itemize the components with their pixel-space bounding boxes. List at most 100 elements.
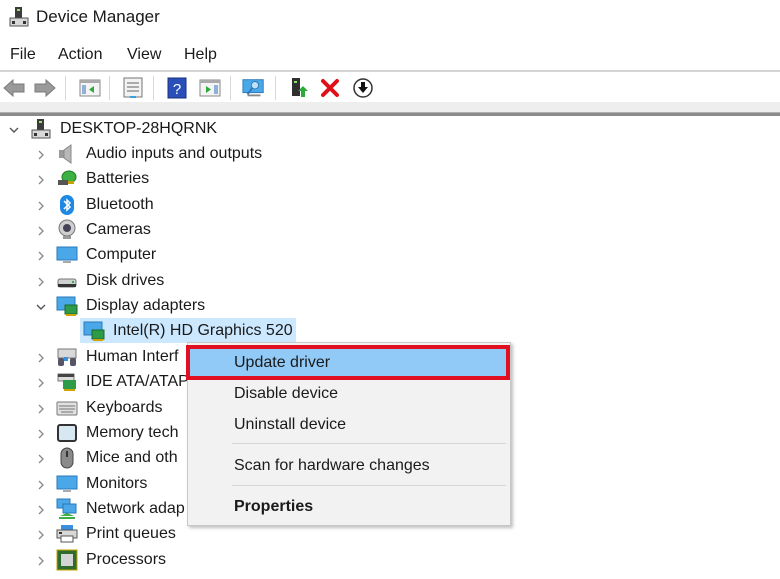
menu-bar: File Action View Help	[0, 42, 780, 72]
toolbar-separator	[109, 76, 110, 100]
tree-category-item[interactable]: Cameras	[0, 218, 300, 243]
chevron-right-icon[interactable]	[34, 452, 48, 466]
tree-category-label: Batteries	[86, 170, 150, 187]
network-icon	[56, 498, 77, 519]
menu-item-label: Properties	[234, 498, 314, 515]
chevron-right-icon[interactable]	[34, 528, 48, 542]
chevron-right-icon[interactable]	[34, 427, 48, 441]
tree-category-label: Display adapters	[86, 297, 206, 314]
display-adapter-icon	[83, 321, 105, 341]
webcam-icon	[58, 219, 76, 239]
properties-button[interactable]	[121, 76, 145, 100]
tree-category-label: Human Interf	[86, 348, 179, 365]
chevron-right-icon[interactable]	[34, 351, 48, 365]
tree-device-item[interactable]: Intel(R) HD Graphics 520	[0, 319, 300, 344]
chevron-right-icon[interactable]	[34, 224, 48, 238]
speaker-icon	[59, 144, 72, 164]
hid-icon	[57, 348, 77, 366]
tree-category-label: Network adap	[86, 500, 185, 517]
toolbar-separator	[230, 76, 231, 100]
chevron-right-icon[interactable]	[34, 554, 48, 568]
menu-item-update-driver[interactable]: Update driver	[188, 348, 510, 379]
context-menu: Update driver Disable device Uninstall d…	[187, 342, 511, 526]
chevron-down-icon[interactable]	[7, 123, 21, 137]
tree-category-label: Memory tech	[86, 424, 179, 441]
update-driver-icon	[292, 78, 308, 97]
tree-category-label: Bluetooth	[86, 196, 154, 213]
tree-category-item[interactable]: Audio inputs and outputs	[0, 142, 300, 167]
disable-device-button[interactable]	[351, 76, 375, 100]
console-tree-icon	[79, 79, 101, 97]
ide-controller-icon	[57, 373, 76, 391]
chevron-right-icon[interactable]	[34, 503, 48, 517]
menu-separator	[232, 485, 506, 486]
tree-category-label: Disk drives	[86, 272, 165, 289]
properties-icon	[123, 77, 143, 98]
toolbar-separator	[275, 76, 276, 100]
tree-category-label: Print queues	[86, 525, 176, 542]
forward-button[interactable]	[33, 76, 57, 100]
tree-category-label: Computer	[86, 246, 157, 263]
chevron-right-icon[interactable]	[34, 402, 48, 416]
window-title: Device Manager	[36, 7, 160, 26]
tree-category-label: Audio inputs and outputs	[86, 145, 263, 162]
show-hide-console-tree-button[interactable]	[78, 76, 102, 100]
tree-category-item[interactable]: Bluetooth	[0, 193, 300, 218]
menu-action[interactable]: Action	[58, 46, 102, 64]
monitor-scan-icon	[242, 79, 264, 97]
keyboard-icon	[56, 401, 78, 416]
menu-help[interactable]: Help	[184, 46, 217, 64]
menu-item-scan-hardware[interactable]: Scan for hardware changes	[188, 451, 510, 482]
tree-category-item[interactable]: Processors	[0, 548, 300, 573]
help-button[interactable]: ?	[165, 76, 189, 100]
toolbar-separator	[65, 76, 66, 100]
help-icon: ?	[167, 77, 187, 99]
scan-hardware-button[interactable]	[242, 76, 266, 100]
menu-view[interactable]: View	[127, 46, 161, 64]
tree-category-item[interactable]: Display adapters	[0, 294, 300, 319]
tree-category-item[interactable]: Computer	[0, 243, 300, 268]
menu-item-label: Disable device	[234, 385, 339, 402]
tree-category-item[interactable]: Disk drives	[0, 269, 300, 294]
chevron-right-icon[interactable]	[34, 173, 48, 187]
processor-icon	[56, 549, 78, 571]
toolbar-footer	[0, 102, 780, 112]
arrow-right-icon	[34, 78, 56, 98]
chevron-right-icon[interactable]	[34, 148, 48, 162]
back-button[interactable]	[2, 76, 26, 100]
tree-category-label: Monitors	[86, 475, 148, 492]
menu-item-disable-device[interactable]: Disable device	[188, 379, 510, 410]
tree-category-label: Mice and oth	[86, 449, 178, 466]
uninstall-device-button[interactable]	[318, 76, 342, 100]
monitor-icon	[56, 246, 78, 263]
chevron-right-icon[interactable]	[34, 478, 48, 492]
chevron-right-icon[interactable]	[34, 376, 48, 390]
tree-category-label: Cameras	[86, 221, 151, 238]
svg-text:?: ?	[173, 81, 181, 98]
arrow-left-icon	[3, 78, 25, 98]
chevron-right-icon[interactable]	[34, 275, 48, 289]
menu-item-label: Update driver	[234, 354, 331, 371]
title-bar: Device Manager	[0, 0, 780, 36]
update-driver-button[interactable]	[287, 76, 311, 100]
red-x-icon	[321, 79, 339, 97]
toolbar-separator	[153, 76, 154, 100]
device-manager-icon	[9, 7, 29, 27]
menu-file[interactable]: File	[10, 46, 36, 64]
menu-item-label: Uninstall device	[234, 416, 347, 433]
menu-item-properties[interactable]: Properties	[188, 492, 510, 523]
menu-item-label: Scan for hardware changes	[234, 457, 430, 474]
tree-root-node[interactable]: DESKTOP-28HQRNK	[0, 117, 260, 142]
menu-item-uninstall-device[interactable]: Uninstall device	[188, 410, 510, 441]
computer-tower-icon	[31, 119, 51, 139]
tree-category-label: IDE ATA/ATAPI	[86, 373, 194, 390]
memory-icon	[57, 424, 77, 442]
chevron-down-icon[interactable]	[34, 300, 48, 314]
mouse-icon	[60, 447, 74, 469]
tree-category-item[interactable]: Batteries	[0, 167, 300, 192]
printer-icon	[56, 525, 78, 543]
chevron-right-icon[interactable]	[34, 249, 48, 263]
show-hide-action-pane-button[interactable]	[198, 76, 222, 100]
chevron-right-icon[interactable]	[34, 199, 48, 213]
bluetooth-icon	[60, 195, 74, 215]
